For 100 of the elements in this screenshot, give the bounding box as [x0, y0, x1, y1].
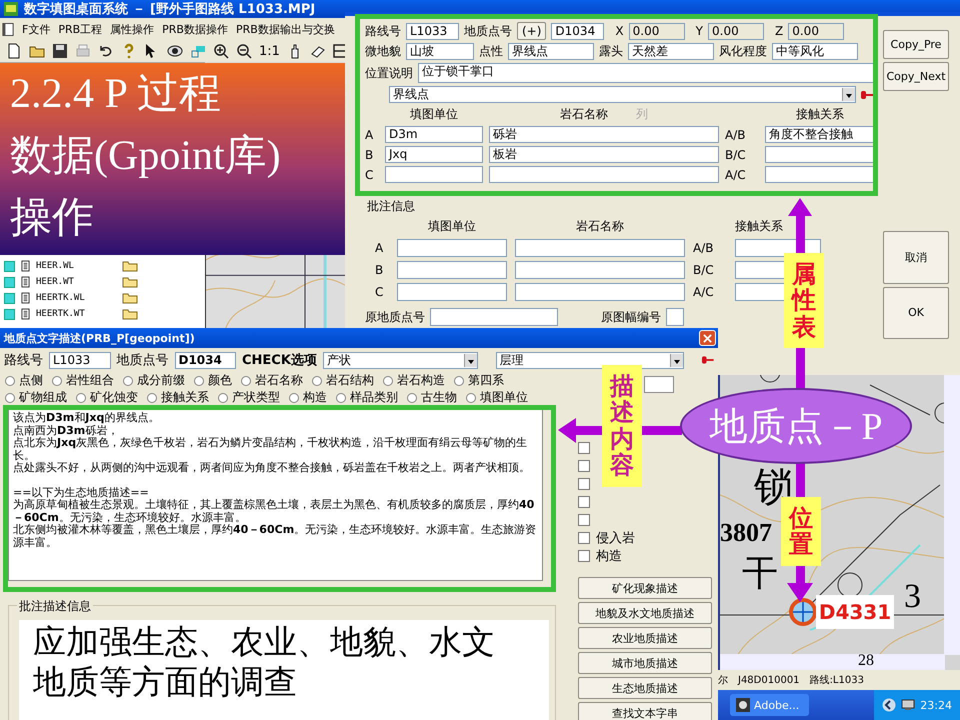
- checkbox[interactable]: [578, 460, 590, 472]
- copy-button[interactable]: Copy_Pre: [883, 30, 949, 59]
- radio-option[interactable]: 岩性组合: [52, 372, 114, 389]
- dropdown[interactable]: 层理: [496, 352, 684, 368]
- checkbox[interactable]: [578, 496, 590, 508]
- input-field[interactable]: 天然差: [628, 43, 714, 60]
- description-button[interactable]: 生态地质描述: [578, 677, 712, 699]
- input-field[interactable]: [385, 166, 483, 183]
- input-field[interactable]: 板岩: [489, 146, 719, 163]
- radio-option[interactable]: 产状类型: [218, 389, 280, 406]
- menu-item[interactable]: PRB数据操作: [162, 22, 228, 36]
- radio-option[interactable]: 矿物组成: [5, 389, 67, 406]
- input-field[interactable]: 0.00: [788, 22, 844, 40]
- input-field[interactable]: [515, 261, 685, 279]
- checkbox[interactable]: [578, 514, 590, 526]
- input-field[interactable]: [644, 376, 674, 393]
- checkbox[interactable]: [578, 478, 590, 490]
- input-field[interactable]: [666, 308, 684, 326]
- radio-option[interactable]: 岩石构造: [383, 372, 445, 389]
- scrollbar[interactable]: [944, 375, 960, 655]
- menu-item[interactable]: 属性操作: [110, 22, 154, 36]
- checkbox[interactable]: [578, 442, 590, 454]
- checkbox[interactable]: [578, 550, 590, 562]
- input-field[interactable]: 0.00: [628, 22, 685, 40]
- radio-option[interactable]: 样品类别: [336, 389, 398, 406]
- dialog-button[interactable]: 取消: [883, 231, 949, 284]
- radio-option[interactable]: 点侧: [5, 372, 43, 389]
- input-field[interactable]: D3m: [385, 126, 483, 143]
- radio-option[interactable]: 矿化蚀变: [76, 389, 138, 406]
- menu-item[interactable]: F文件: [22, 22, 50, 36]
- description-button[interactable]: 地貌及水文地质描述: [578, 602, 712, 624]
- dropdown[interactable]: 界线点: [389, 86, 856, 103]
- description-button[interactable]: 查找文本字串: [578, 702, 712, 720]
- new-file-icon[interactable]: [6, 43, 22, 59]
- input-field[interactable]: Jxq: [385, 146, 483, 163]
- radio-option[interactable]: 颜色: [194, 372, 232, 389]
- notes-text-area[interactable]: 应加强生态、农业、地貌、水文地质等方面的调查: [19, 620, 549, 720]
- point-marker-icon[interactable]: [788, 597, 818, 627]
- input-field[interactable]: 中等风化: [772, 43, 858, 60]
- taskbar-button[interactable]: Adobe...: [730, 694, 810, 716]
- close-icon[interactable]: [703, 334, 712, 342]
- zoom-out-icon[interactable]: [236, 43, 252, 59]
- description-button[interactable]: 矿化现象描述: [578, 577, 712, 599]
- description-button[interactable]: 农业地质描述: [578, 627, 712, 649]
- menu-item[interactable]: PRB工程: [58, 22, 102, 36]
- input-field[interactable]: L1033: [406, 22, 459, 40]
- field-label: B: [365, 148, 374, 162]
- input-field[interactable]: 山坡: [406, 43, 474, 60]
- input-field[interactable]: [397, 283, 507, 301]
- input-field[interactable]: [397, 239, 507, 257]
- file-name[interactable]: HEERTK.WL: [36, 293, 116, 303]
- dropdown[interactable]: 产状: [322, 352, 478, 368]
- scale-button[interactable]: 1:1: [259, 44, 280, 58]
- input-field[interactable]: 界线点: [508, 43, 594, 60]
- input-field[interactable]: D1034: [551, 22, 604, 40]
- pin-icon[interactable]: [861, 90, 875, 100]
- scrollbar[interactable]: [720, 654, 945, 670]
- add-button[interactable]: (+): [517, 22, 546, 40]
- window-icon[interactable]: [190, 43, 206, 59]
- eye-icon[interactable]: [167, 43, 183, 59]
- radio-option[interactable]: 填图单位: [466, 389, 528, 406]
- file-name[interactable]: HEERTK.WT: [36, 309, 116, 319]
- input-field[interactable]: [765, 166, 875, 183]
- radio-option[interactable]: 岩石结构: [312, 372, 374, 389]
- input-field[interactable]: [397, 261, 507, 279]
- input-field[interactable]: 砾岩: [489, 126, 719, 143]
- close-button[interactable]: [699, 330, 716, 346]
- dialog-button[interactable]: OK: [883, 286, 949, 339]
- checkbox[interactable]: [578, 532, 590, 544]
- input-field[interactable]: [489, 166, 719, 183]
- input-field[interactable]: [515, 239, 685, 257]
- input-field[interactable]: [515, 283, 685, 301]
- menu-item[interactable]: PRB数据输出与交换: [236, 22, 335, 36]
- input-field[interactable]: 角度不整合接触: [765, 126, 875, 143]
- radio-option[interactable]: 古生物: [407, 389, 457, 406]
- input-field[interactable]: [430, 308, 558, 326]
- field-label: 点性: [479, 43, 503, 60]
- copy-button[interactable]: Copy_Next: [883, 62, 949, 91]
- pin-icon[interactable]: [702, 355, 714, 365]
- description-button[interactable]: 城市地质描述: [578, 652, 712, 674]
- radio-option[interactable]: 岩石名称: [241, 372, 303, 389]
- file-name[interactable]: HEER.WL: [36, 261, 116, 271]
- undo-icon[interactable]: [98, 43, 114, 59]
- input-field[interactable]: 位于锁干掌口: [418, 63, 875, 83]
- input-field[interactable]: L1033: [49, 352, 110, 368]
- field-label: 填图单位: [427, 218, 477, 235]
- zoom-in-icon[interactable]: [213, 43, 229, 59]
- input-field[interactable]: D1034: [174, 352, 236, 368]
- radio-option[interactable]: 成分前缀: [123, 372, 185, 389]
- save-icon[interactable]: [52, 43, 68, 59]
- radio-option[interactable]: 构造: [289, 389, 327, 406]
- field-label: 微地貌: [365, 43, 401, 60]
- monitor-icon[interactable]: [901, 698, 916, 712]
- input-field[interactable]: 0.00: [708, 22, 764, 40]
- radio-option[interactable]: 接触关系: [147, 389, 209, 406]
- field-label: A/B: [693, 241, 714, 255]
- file-name[interactable]: HEER.WT: [36, 277, 116, 287]
- input-field[interactable]: [765, 146, 875, 163]
- chevron-left-icon[interactable]: [882, 698, 896, 712]
- radio-option[interactable]: 第四系: [454, 372, 504, 389]
